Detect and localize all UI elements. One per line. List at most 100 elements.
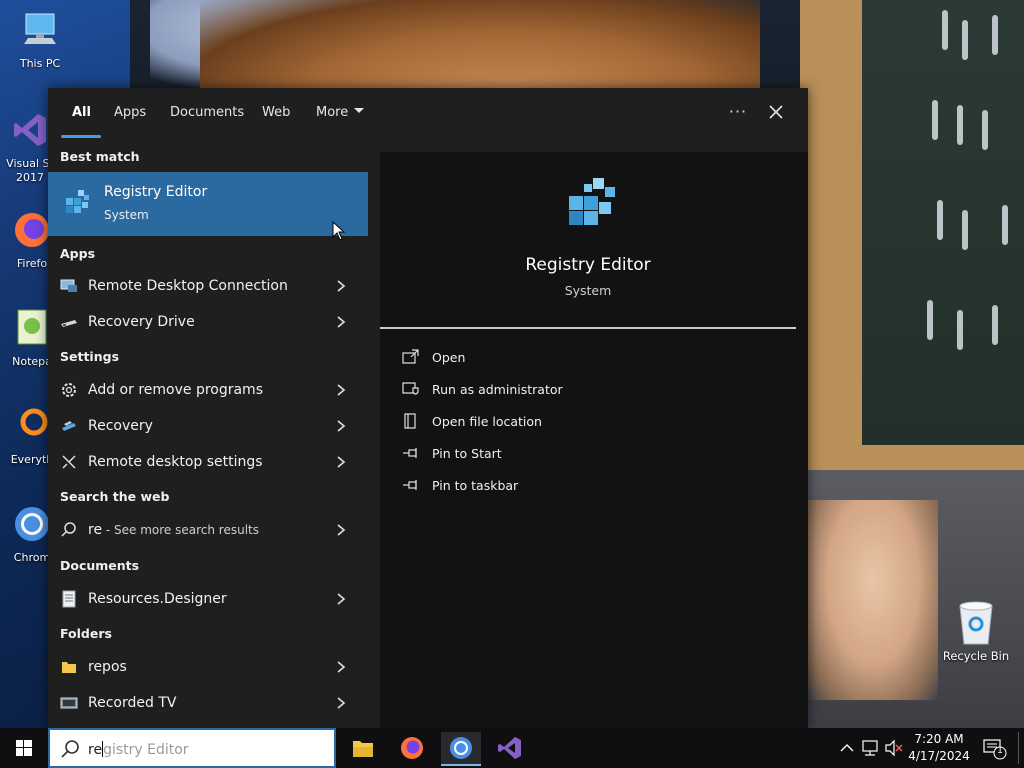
mouse-cursor-icon [332,221,346,241]
search-text: registry Editor [88,741,189,758]
file-location-icon [404,413,416,429]
firefox-icon [401,737,423,759]
result-recorded-tv-folder[interactable]: Recorded TV [48,686,368,720]
search-icon [61,522,76,537]
result-recovery[interactable]: Recovery [48,409,368,443]
pin-icon [403,448,417,458]
windows-start-icon[interactable] [0,728,48,768]
taskbar-firefox[interactable] [392,732,432,766]
result-label: Recovery Drive [88,314,195,330]
more-options-button[interactable]: ··· [724,102,752,124]
best-match-title: Registry Editor [104,184,208,200]
action-pin-to-taskbar[interactable]: Pin to taskbar [402,474,702,498]
document-icon [62,590,76,608]
result-recovery-drive[interactable]: Recovery Drive [48,305,368,339]
remote-desktop-icon [60,279,77,292]
result-remote-desktop-settings[interactable]: Remote desktop settings [48,445,368,479]
action-open[interactable]: Open [402,346,702,370]
chevron-right-icon[interactable] [336,455,346,469]
action-pin-to-start[interactable]: Pin to Start [402,442,702,466]
desktop-icon-recycle-bin[interactable]: Recycle Bin [940,600,1012,663]
clock-time: 7:20 AM [914,732,964,746]
search-suggestion-text: gistry Editor [103,742,189,758]
registry-editor-icon [569,178,615,225]
search-filter-tabs: All Apps Documents Web More ··· [48,88,808,140]
section-documents: Documents [60,558,140,573]
chevron-right-icon[interactable] [336,419,346,433]
tab-more[interactable]: More [316,105,365,120]
start-search-panel: All Apps Documents Web More ··· Best mat… [48,88,808,728]
action-label: Pin to taskbar [432,478,519,493]
best-match-subtitle: System [104,208,149,222]
taskbar-clock[interactable]: 7:20 AM 4/17/2024 [904,731,974,765]
chevron-down-icon [354,108,365,113]
result-preview-pane: Registry Editor System Open Run as admin… [380,152,808,728]
chevron-right-icon[interactable] [336,592,346,606]
chevron-right-icon[interactable] [336,279,346,293]
section-settings: Settings [60,349,120,364]
result-label: Recovery [88,418,153,434]
taskbar: registry Editor 7:20 AM 4/17/2024 1 [0,728,1024,768]
desktop-icon-this-pc[interactable]: This PC [0,10,80,70]
taskbar-visual-studio[interactable] [490,732,530,766]
action-run-as-admin[interactable]: Run as administrator [402,378,702,402]
action-label: Pin to Start [432,446,502,461]
notepad-icon [17,309,47,345]
tab-web[interactable]: Web [262,105,290,120]
tab-apps[interactable]: Apps [114,105,146,120]
tab-all[interactable]: All [72,105,91,120]
pin-icon [403,480,417,490]
section-best-match: Best match [60,149,140,164]
result-label: Remote desktop settings [88,454,263,470]
result-web-search[interactable]: re - See more search results [48,513,368,547]
result-resources-designer[interactable]: Resources.Designer [48,582,368,616]
network-icon[interactable] [860,728,882,768]
recycle-bin-icon [959,601,993,645]
web-hint: See more search results [114,523,260,537]
tab-more-label: More [316,105,349,120]
taskbar-file-explorer[interactable] [343,732,383,766]
chevron-right-icon[interactable] [336,383,346,397]
search-typed-text: re [88,742,103,758]
everything-search-icon [20,408,48,436]
show-desktop-button[interactable] [1018,732,1019,764]
taskbar-chrome[interactable] [441,732,481,766]
wallpaper-hand [808,500,938,700]
chevron-right-icon[interactable] [336,660,346,674]
volume-muted-icon[interactable] [884,728,904,768]
result-remote-desktop-connection[interactable]: Remote Desktop Connection [48,269,368,303]
result-label: Resources.Designer [88,591,227,607]
action-label: Open file location [432,414,542,429]
result-label: Add or remove programs [88,382,263,398]
remote-settings-icon [62,455,76,469]
close-icon[interactable] [764,100,788,124]
active-tab-indicator [61,135,101,138]
tab-documents[interactable]: Documents [170,105,244,120]
web-query: re [88,522,103,538]
section-folders: Folders [60,626,112,641]
chevron-right-icon[interactable] [336,696,346,710]
chevron-right-icon[interactable] [336,523,346,537]
chevron-up-icon[interactable] [838,728,856,768]
chrome-icon [15,507,49,541]
clock-date: 4/17/2024 [908,749,970,763]
best-match-item[interactable]: Registry Editor System [48,172,368,236]
taskbar-search-input[interactable]: registry Editor [48,728,336,768]
computer-icon [24,13,56,44]
notifications-button[interactable]: 1 [980,728,1008,768]
action-open-file-location[interactable]: Open file location [402,410,702,434]
chrome-icon [450,737,472,759]
shield-icon [402,382,419,395]
section-apps: Apps [60,246,96,261]
result-label: repos [88,659,127,675]
action-label: Open [432,350,466,365]
file-explorer-icon [353,741,373,757]
wallpaper-chalkboard [862,0,1024,445]
result-label: re - See more search results [88,522,259,538]
result-add-remove-programs[interactable]: Add or remove programs [48,373,368,407]
gear-icon [62,383,76,397]
desktop-icon-label: This PC [19,57,61,70]
result-repos-folder[interactable]: repos [48,650,368,684]
visual-studio-icon [498,737,521,759]
chevron-right-icon[interactable] [336,315,346,329]
